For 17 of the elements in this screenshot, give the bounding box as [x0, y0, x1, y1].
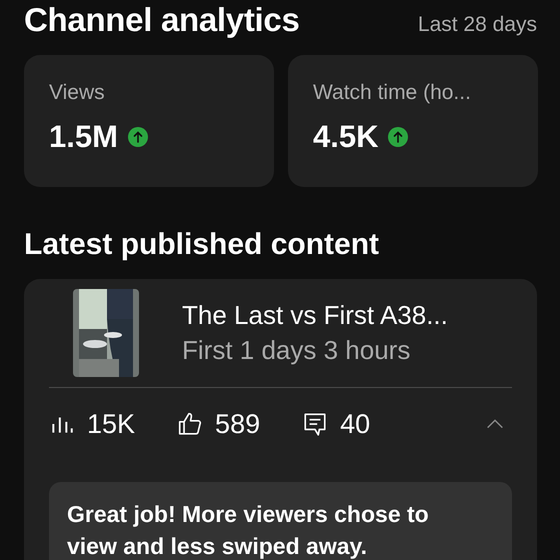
- stat-value: 15K: [87, 408, 136, 440]
- date-range-label[interactable]: Last 28 days: [418, 13, 537, 37]
- feedback-text: Great job! More viewers chose to view and less swiped away.: [67, 500, 430, 560]
- section-heading: Latest published content: [24, 227, 380, 263]
- video-title[interactable]: The Last vs First A38...: [182, 300, 448, 331]
- metric-label: Watch time (ho...: [313, 81, 471, 105]
- metric-label: Views: [49, 81, 105, 105]
- metric-card[interactable]: Views 1.5M: [24, 55, 274, 187]
- comment-icon: [302, 411, 328, 437]
- metric-card[interactable]: Watch time (ho... 4.5K: [288, 55, 538, 187]
- stat-value: 40: [340, 408, 370, 440]
- thumbs-up-icon: [177, 411, 204, 437]
- video-age: First 1 days 3 hours: [182, 335, 410, 366]
- metric-value: 1.5M: [49, 119, 118, 155]
- metric-value: 4.5K: [313, 119, 378, 155]
- page-title: Channel analytics: [24, 0, 300, 40]
- stat-value: 589: [215, 408, 260, 440]
